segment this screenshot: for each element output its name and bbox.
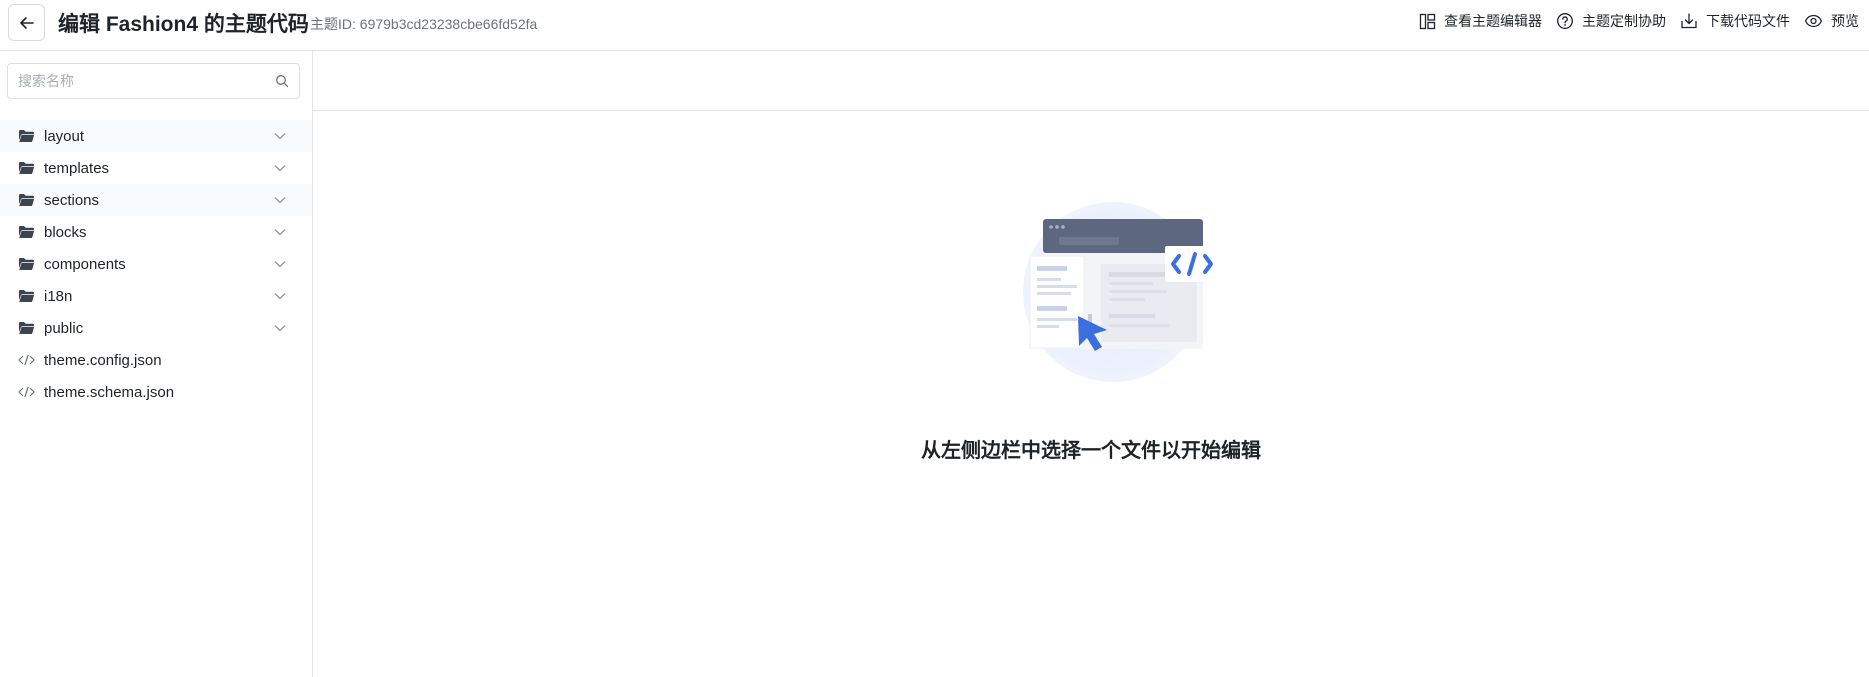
search-input[interactable] <box>18 73 275 89</box>
search-box <box>7 63 300 99</box>
empty-state-message: 从左侧边栏中选择一个文件以开始编辑 <box>921 440 1261 462</box>
layout-panels-icon <box>1419 13 1436 29</box>
file-label: theme.config.json <box>44 351 162 369</box>
theme-id: 主题ID: 6979b3cd23238cbe66fd52fa <box>310 16 538 32</box>
editor-main: 从左侧边栏中选择一个文件以开始编辑 <box>313 51 1869 677</box>
folder-public[interactable]: public <box>0 312 312 344</box>
theme-assist-button[interactable]: 主题定制协助 <box>1556 11 1666 31</box>
download-code-button[interactable]: 下载代码文件 <box>1680 11 1790 31</box>
folder-sections[interactable]: sections <box>0 184 312 216</box>
folder-icon <box>18 192 36 208</box>
top-bar: 编辑 Fashion4 的主题代码 主题ID: 6979b3cd23238cbe… <box>0 0 1869 51</box>
folder-icon <box>18 224 36 240</box>
folder-icon <box>18 320 36 336</box>
header-actions: 查看主题编辑器 主题定制协助 下载代码文件 预览 <box>1419 10 1859 32</box>
folder-blocks[interactable]: blocks <box>0 216 312 248</box>
file-label: theme.schema.json <box>44 383 175 401</box>
chevron-down-icon[interactable] <box>274 289 288 303</box>
folder-i18n[interactable]: i18n <box>0 280 312 312</box>
preview-button[interactable]: 预览 <box>1804 11 1859 31</box>
chevron-down-icon[interactable] <box>274 161 288 175</box>
eye-icon <box>1804 14 1823 28</box>
folder-label: public <box>44 319 84 337</box>
file-tree: layout templates sections blocks compone… <box>0 120 312 408</box>
help-circle-icon <box>1557 13 1573 29</box>
folder-label: components <box>44 255 126 273</box>
chevron-down-icon[interactable] <box>274 321 288 335</box>
back-button[interactable] <box>8 4 45 41</box>
folder-label: layout <box>44 127 85 145</box>
folder-layout[interactable]: layout <box>0 120 312 152</box>
search-icon[interactable] <box>275 74 289 88</box>
code-file-icon <box>18 384 36 400</box>
folder-label: sections <box>44 191 100 209</box>
file-sidebar: layout templates sections <box>0 51 313 677</box>
folder-label: blocks <box>44 223 87 241</box>
folder-label: templates <box>44 159 110 177</box>
chevron-down-icon[interactable] <box>274 257 288 271</box>
code-file-icon <box>18 352 36 368</box>
download-icon <box>1681 13 1697 29</box>
view-theme-editor-label: 查看主题编辑器 <box>1444 13 1542 29</box>
folder-icon <box>18 288 36 304</box>
folder-components[interactable]: components <box>0 248 312 280</box>
download-code-label: 下载代码文件 <box>1706 13 1790 29</box>
folder-icon <box>18 128 36 144</box>
arrow-left-icon <box>19 16 34 29</box>
code-editor-illustration <box>1023 202 1219 382</box>
preview-label: 预览 <box>1831 13 1859 29</box>
view-theme-editor-button[interactable]: 查看主题编辑器 <box>1419 11 1542 31</box>
page-title: 编辑 Fashion4 的主题代码 <box>58 13 309 36</box>
theme-assist-label: 主题定制协助 <box>1582 13 1666 29</box>
chevron-down-icon[interactable] <box>274 225 288 239</box>
chevron-down-icon[interactable] <box>274 193 288 207</box>
file-theme-schema[interactable]: theme.schema.json <box>0 376 312 408</box>
folder-label: i18n <box>44 287 73 305</box>
chevron-down-icon[interactable] <box>274 129 288 143</box>
file-theme-config[interactable]: theme.config.json <box>0 344 312 376</box>
editor-tab-bar <box>313 51 1869 111</box>
folder-icon <box>18 160 36 176</box>
folder-icon <box>18 256 36 272</box>
folder-templates[interactable]: templates <box>0 152 312 184</box>
